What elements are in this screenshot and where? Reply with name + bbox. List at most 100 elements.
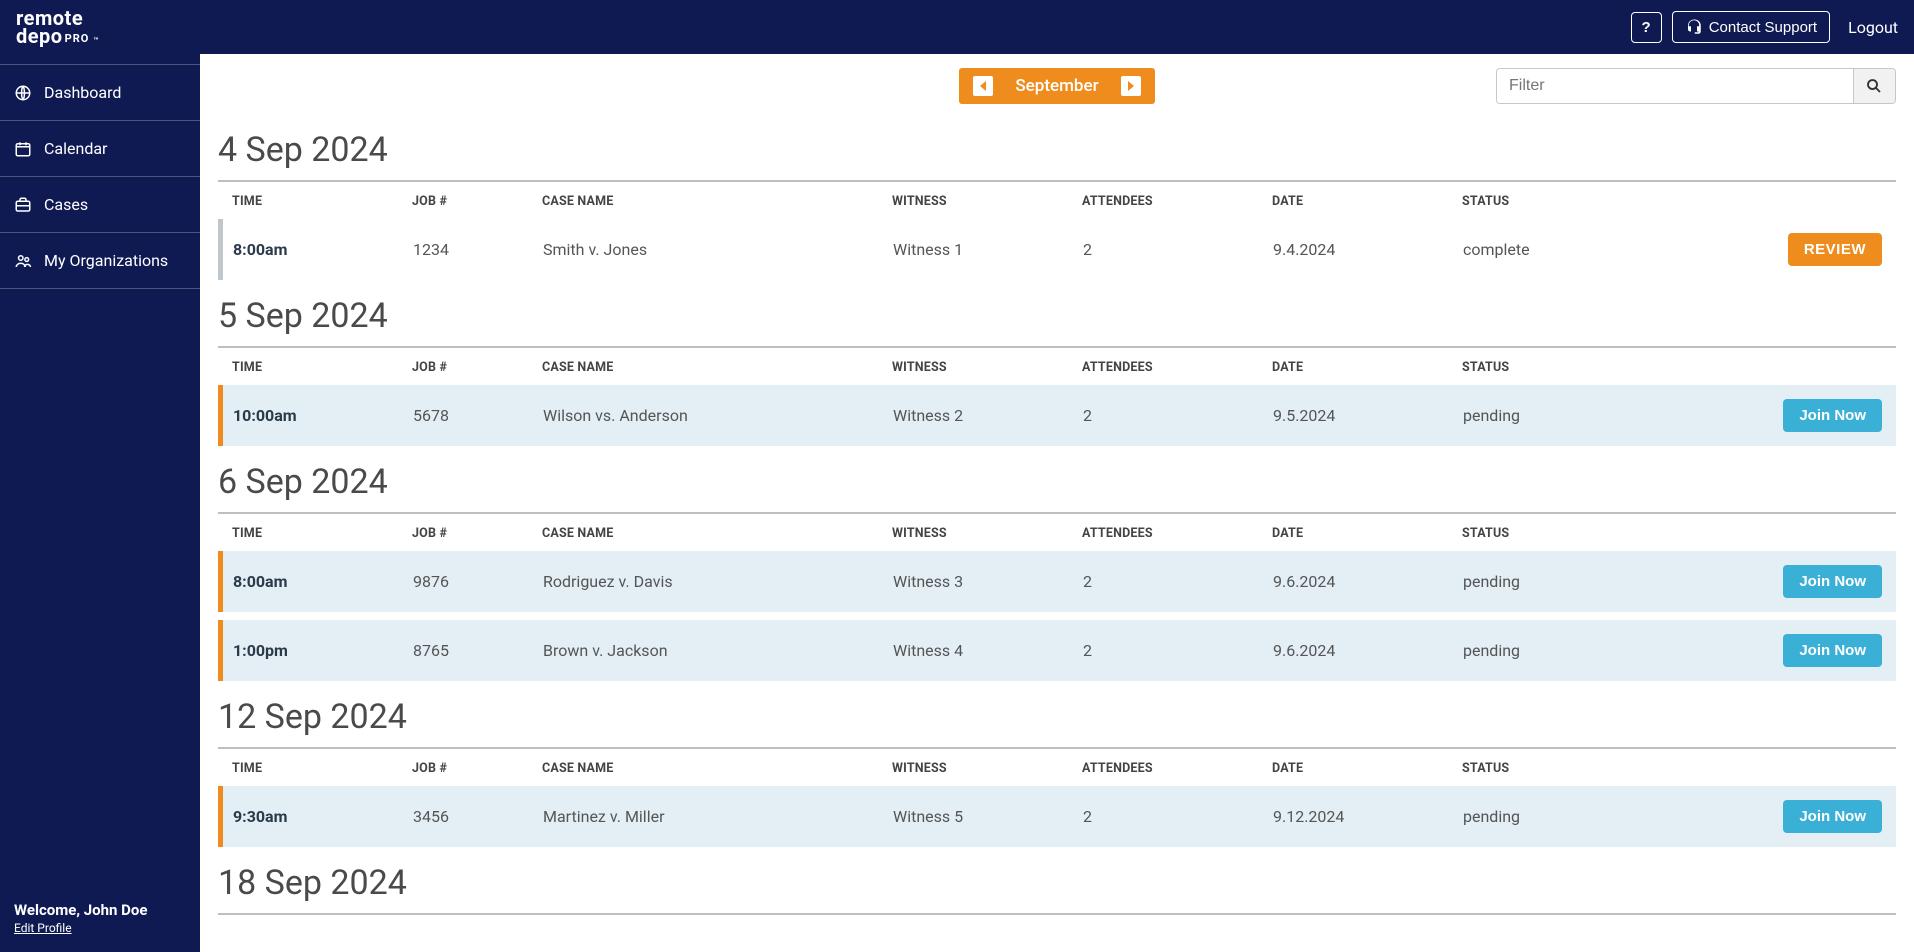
join-now-button[interactable]: Join Now — [1783, 800, 1882, 833]
col-header-attendees: ATTENDEES — [1082, 194, 1272, 209]
cell-status: pending — [1463, 406, 1653, 425]
cell-status: pending — [1463, 641, 1653, 660]
search-icon — [1865, 77, 1883, 95]
day-title: 18 Sep 2024 — [218, 857, 1896, 915]
cell-case: Smith v. Jones — [543, 240, 893, 259]
cell-attendees: 2 — [1083, 641, 1273, 660]
col-header-case: CASE NAME — [542, 194, 892, 209]
contact-support-button[interactable]: Contact Support — [1672, 11, 1830, 43]
month-label: September — [1015, 76, 1098, 96]
cell-attendees: 2 — [1083, 406, 1273, 425]
sidebar-item-orgs[interactable]: My Organizations — [0, 233, 200, 289]
column-headers: TIMEJOB #CASE NAMEWITNESSATTENDEESDATEST… — [218, 182, 1896, 219]
cell-status: pending — [1463, 572, 1653, 591]
day-section: 12 Sep 2024TIMEJOB #CASE NAMEWITNESSATTE… — [218, 691, 1896, 847]
sidebar-item-cases[interactable]: Cases — [0, 177, 200, 233]
col-header-date: DATE — [1272, 194, 1462, 209]
cell-job: 1234 — [413, 240, 543, 259]
cell-attendees: 2 — [1083, 807, 1273, 826]
review-button[interactable]: REVIEW — [1788, 233, 1882, 266]
cell-witness: Witness 4 — [893, 641, 1083, 660]
caret-left-icon — [979, 81, 987, 91]
logout-link[interactable]: Logout — [1848, 18, 1898, 37]
col-header-job: JOB # — [412, 194, 542, 209]
topbar: remote depoPRO™ ? Contact Support Logout — [0, 0, 1914, 54]
logo: remote depoPRO™ — [16, 9, 99, 45]
cell-witness: Witness 2 — [893, 406, 1083, 425]
col-header-status: STATUS — [1462, 761, 1652, 776]
sidebar: Dashboard Calendar Cases My Organization… — [0, 54, 200, 952]
join-now-button[interactable]: Join Now — [1783, 399, 1882, 432]
cell-attendees: 2 — [1083, 240, 1273, 259]
sidebar-item-calendar[interactable]: Calendar — [0, 121, 200, 177]
globe-icon — [14, 84, 32, 102]
caret-right-icon — [1127, 81, 1135, 91]
col-header-date: DATE — [1272, 360, 1462, 375]
cell-status: pending — [1463, 807, 1653, 826]
col-header-job: JOB # — [412, 360, 542, 375]
sidebar-item-label: Calendar — [44, 139, 107, 158]
col-header-witness: WITNESS — [892, 526, 1082, 541]
contact-support-label: Contact Support — [1709, 19, 1817, 36]
cell-status: complete — [1463, 240, 1653, 259]
row-action: Join Now — [1783, 399, 1882, 432]
cell-date: 9.12.2024 — [1273, 807, 1463, 826]
col-header-status: STATUS — [1462, 360, 1652, 375]
table-row: 8:00am9876Rodriguez v. DavisWitness 329.… — [218, 551, 1896, 612]
row-action: REVIEW — [1788, 233, 1882, 266]
join-now-button[interactable]: Join Now — [1783, 565, 1882, 598]
cell-witness: Witness 5 — [893, 807, 1083, 826]
filter-search-button[interactable] — [1853, 69, 1895, 103]
toolbar: September — [218, 54, 1896, 114]
cell-case: Martinez v. Miller — [543, 807, 893, 826]
nav: Dashboard Calendar Cases My Organization… — [0, 54, 200, 289]
row-action: Join Now — [1783, 565, 1882, 598]
day-title: 5 Sep 2024 — [218, 290, 1896, 348]
logo-line2: depo — [16, 27, 63, 45]
cell-case: Rodriguez v. Davis — [543, 572, 893, 591]
col-header-time: TIME — [232, 360, 412, 375]
col-header-status: STATUS — [1462, 526, 1652, 541]
main-content: September 4 Sep 2024TIMEJOB #CASE NAMEWI… — [200, 54, 1914, 952]
table-row: 8:00am1234Smith v. JonesWitness 129.4.20… — [218, 219, 1896, 280]
column-headers: TIMEJOB #CASE NAMEWITNESSATTENDEESDATEST… — [218, 514, 1896, 551]
cell-time: 1:00pm — [233, 641, 413, 660]
col-header-time: TIME — [232, 194, 412, 209]
help-icon: ? — [1642, 19, 1651, 36]
sidebar-item-label: Cases — [44, 195, 88, 214]
filter-input[interactable] — [1497, 69, 1853, 103]
cell-time: 9:30am — [233, 807, 413, 826]
cell-case: Brown v. Jackson — [543, 641, 893, 660]
day-section: 18 Sep 2024 — [218, 857, 1896, 915]
cell-job: 3456 — [413, 807, 543, 826]
sidebar-item-label: My Organizations — [44, 251, 168, 270]
sidebar-item-label: Dashboard — [44, 83, 121, 102]
cell-job: 9876 — [413, 572, 543, 591]
column-headers: TIMEJOB #CASE NAMEWITNESSATTENDEESDATEST… — [218, 749, 1896, 786]
logo-tm: ™ — [93, 37, 99, 44]
briefcase-icon — [14, 196, 32, 214]
headset-icon — [1685, 18, 1703, 36]
col-header-case: CASE NAME — [542, 761, 892, 776]
col-header-status: STATUS — [1462, 194, 1652, 209]
day-section: 6 Sep 2024TIMEJOB #CASE NAMEWITNESSATTEN… — [218, 456, 1896, 681]
welcome-text: Welcome, John Doe — [14, 901, 186, 919]
cell-job: 5678 — [413, 406, 543, 425]
users-icon — [14, 252, 32, 270]
prev-month-button[interactable] — [973, 76, 993, 96]
join-now-button[interactable]: Join Now — [1783, 634, 1882, 667]
table-row: 9:30am3456Martinez v. MillerWitness 529.… — [218, 786, 1896, 847]
help-button[interactable]: ? — [1631, 12, 1662, 43]
col-header-attendees: ATTENDEES — [1082, 761, 1272, 776]
cell-time: 10:00am — [233, 406, 413, 425]
edit-profile-link[interactable]: Edit Profile — [14, 921, 72, 935]
col-header-attendees: ATTENDEES — [1082, 360, 1272, 375]
next-month-button[interactable] — [1121, 76, 1141, 96]
sidebar-item-dashboard[interactable]: Dashboard — [0, 64, 200, 121]
cell-date: 9.5.2024 — [1273, 406, 1463, 425]
col-header-witness: WITNESS — [892, 360, 1082, 375]
cell-witness: Witness 1 — [893, 240, 1083, 259]
cell-date: 9.4.2024 — [1273, 240, 1463, 259]
month-picker: September — [959, 68, 1154, 104]
logo-pro: PRO — [65, 34, 90, 44]
